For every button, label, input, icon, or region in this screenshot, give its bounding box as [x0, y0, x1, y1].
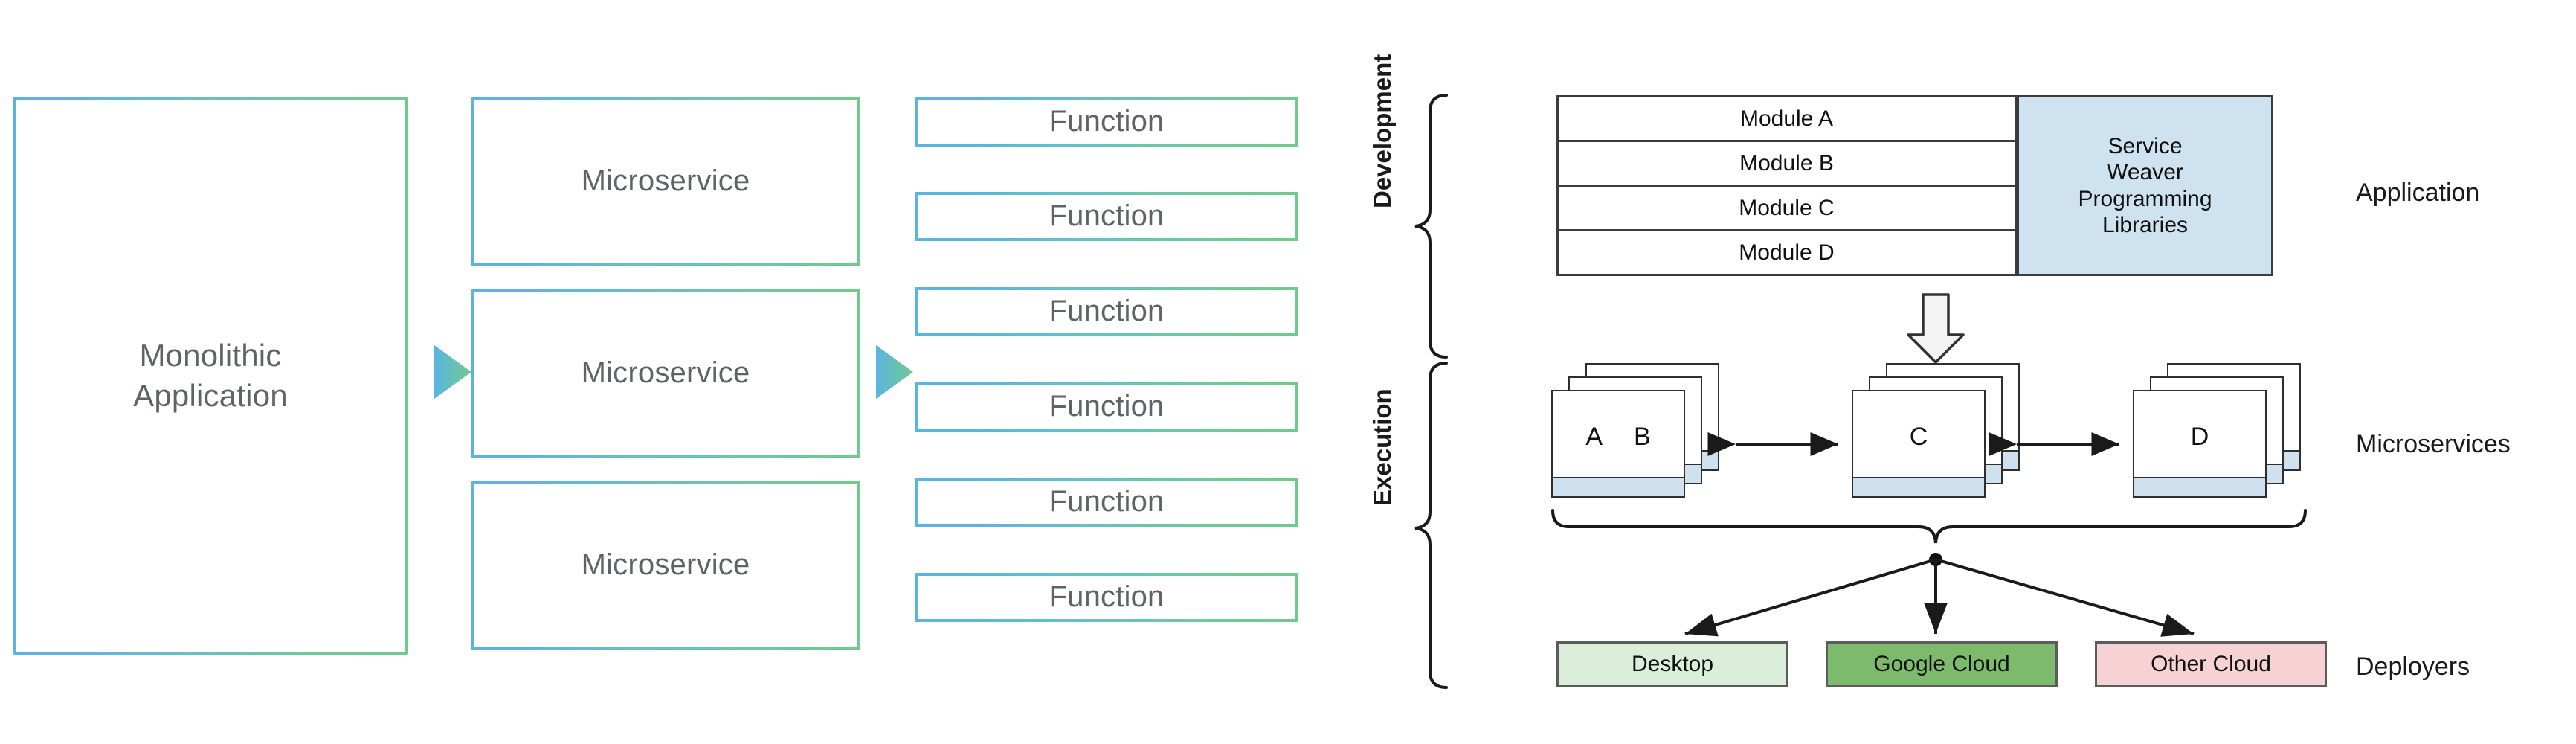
brace-junction-dot	[1929, 553, 1942, 566]
service-glyph-a: A	[1585, 423, 1603, 451]
microservice-box-3: Microservice	[471, 481, 860, 650]
row-label-deployers: Deployers	[2356, 652, 2470, 681]
block-arrow-down-icon	[1907, 293, 1965, 364]
function-label: Function	[1049, 580, 1165, 614]
service-glyph-b: B	[1634, 423, 1651, 451]
deployer-arrow-desktop	[1684, 558, 1936, 637]
row-label-application: Application	[2356, 179, 2480, 207]
card-glyphs: C	[1853, 391, 1984, 496]
card-front: D	[2133, 390, 2267, 498]
sw-lib-line-4: Libraries	[2102, 212, 2189, 237]
deployer-label: Google Cloud	[1873, 652, 2010, 676]
sw-lib-line-3: Programming	[2078, 186, 2212, 211]
microservice-box-1: Microservice	[471, 97, 860, 266]
function-label: Function	[1049, 295, 1165, 328]
microservice-label: Microservice	[581, 164, 750, 198]
triangle-right-icon-1	[434, 345, 471, 399]
service-glyph-d: D	[2190, 423, 2209, 451]
function-box-3: Function	[915, 287, 1298, 336]
microservice-box-2: Microservice	[471, 289, 860, 458]
module-row: Module D	[1559, 231, 2015, 274]
deployer-arrow-other-cloud	[1935, 558, 2195, 637]
microservice-stack-ab: A B	[1551, 363, 1722, 498]
deployer-box-google-cloud: Google Cloud	[1826, 641, 2058, 687]
deployer-box-desktop: Desktop	[1556, 641, 1788, 687]
microservice-stack-c: C	[1852, 363, 2023, 498]
monolithic-application-label: Monolithic Application	[133, 336, 288, 416]
microservice-label: Microservice	[581, 356, 750, 390]
phase-label-execution: Execution	[1368, 388, 1396, 506]
function-label: Function	[1049, 485, 1165, 519]
deployer-label: Other Cloud	[2151, 652, 2271, 676]
service-weaver-libraries-box: Service Weaver Programming Libraries	[2017, 95, 2273, 276]
card-front: A B	[1551, 390, 1685, 498]
function-label: Function	[1049, 199, 1165, 233]
function-box-4: Function	[915, 382, 1298, 432]
diagram-canvas: Monolithic Application Microservice Micr…	[0, 0, 2576, 744]
monolithic-application-box: Monolithic Application	[13, 97, 408, 655]
monolith-line-2: Application	[133, 378, 288, 413]
microservice-stack-d: D	[2133, 363, 2304, 498]
card-glyphs: D	[2134, 391, 2265, 496]
module-row: Module C	[1559, 187, 2015, 231]
service-glyph-c: C	[1909, 423, 1928, 451]
function-box-1: Function	[915, 97, 1298, 147]
function-box-5: Function	[915, 478, 1298, 527]
function-box-2: Function	[915, 192, 1298, 241]
triangle-right-icon-2	[876, 345, 913, 399]
function-label: Function	[1049, 390, 1165, 423]
row-label-microservices: Microservices	[2356, 430, 2511, 458]
module-row: Module A	[1559, 97, 2015, 142]
brace-execution	[1414, 362, 1448, 689]
monolith-line-1: Monolithic	[139, 338, 282, 373]
card-glyphs: A B	[1553, 391, 1684, 496]
application-modules-table: Module A Module B Module C Module D	[1556, 95, 2017, 276]
sw-lib-line-2: Weaver	[2107, 160, 2183, 185]
function-label: Function	[1049, 105, 1165, 138]
brace-microservices-bottom	[1551, 509, 2307, 544]
deployer-box-other-cloud: Other Cloud	[2095, 641, 2327, 687]
microservice-label: Microservice	[581, 548, 750, 582]
phase-label-development: Development	[1368, 54, 1396, 208]
card-front: C	[1852, 390, 1986, 498]
function-box-6: Function	[915, 573, 1298, 622]
sw-lib-line-1: Service	[2108, 133, 2183, 158]
module-row: Module B	[1559, 142, 2015, 187]
brace-development	[1414, 94, 1448, 359]
deployer-label: Desktop	[1631, 652, 1714, 676]
